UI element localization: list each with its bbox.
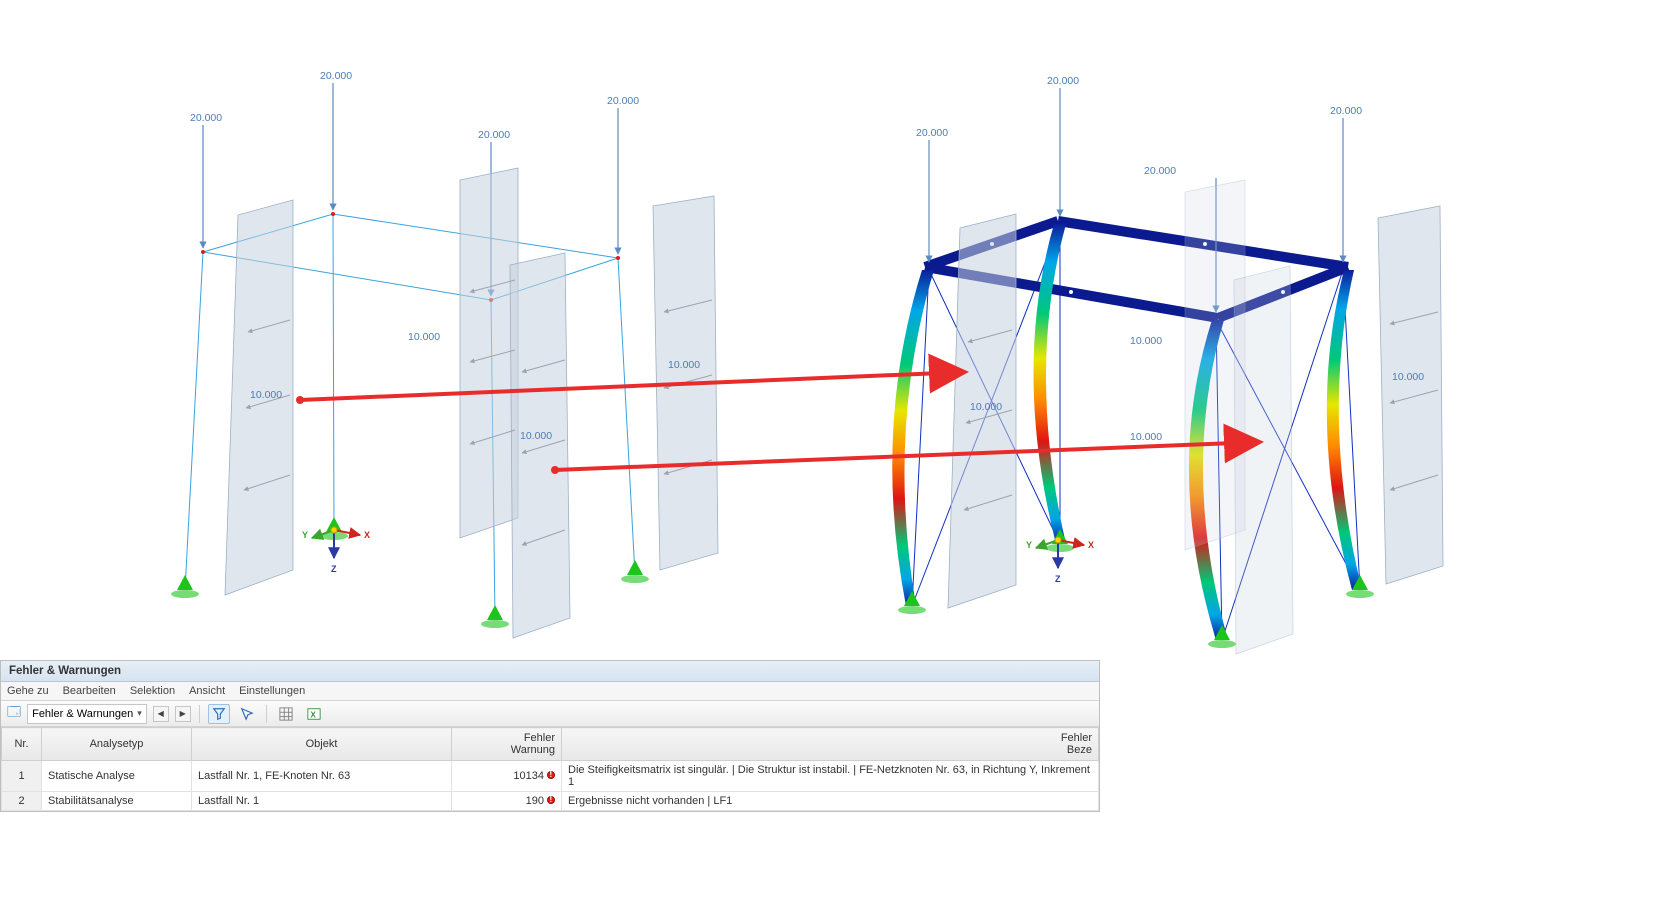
- surface-load-label: 10.000: [1392, 371, 1424, 383]
- load-label: 20.000: [607, 95, 639, 107]
- results-table: Nr. Analysetyp Objekt Fehler Warnung Feh…: [1, 727, 1099, 811]
- load-label: 20.000: [478, 129, 510, 141]
- annotation-arrows: [296, 372, 1260, 474]
- panel-title: Fehler & Warnungen: [1, 661, 1099, 682]
- surface-load-label: 10.000: [1130, 335, 1162, 347]
- load-label: 20.000: [1144, 165, 1176, 177]
- toolbar-divider: [266, 705, 267, 723]
- axis-y-label: Y: [302, 530, 308, 540]
- dropdown-label: Fehler & Warnungen: [32, 708, 133, 720]
- chevron-down-icon: ▾: [137, 708, 142, 719]
- surface-load-label: 10.000: [520, 430, 552, 442]
- surface-load-label: 10.000: [250, 389, 282, 401]
- menu-select[interactable]: Selektion: [130, 685, 175, 697]
- panel-menu: Gehe zu Bearbeiten Selektion Ansicht Ein…: [1, 682, 1099, 701]
- cell-nr: 2: [2, 792, 42, 811]
- col-header-code[interactable]: Fehler Warnung: [452, 728, 562, 761]
- load-label: 20.000: [1330, 105, 1362, 117]
- cell-code: 190: [452, 792, 562, 811]
- cell-obj: Lastfall Nr. 1, FE-Knoten Nr. 63: [192, 761, 452, 792]
- model-viewport[interactable]: 20.000 20.000 20.000 20.000 10.000 10: [0, 0, 1653, 660]
- toolbar-divider: [199, 705, 200, 723]
- axis-x-label: X: [364, 530, 370, 540]
- col-header-nr[interactable]: Nr.: [2, 728, 42, 761]
- load-label: 20.000: [1047, 75, 1079, 87]
- cell-nr: 1: [2, 761, 42, 792]
- filter-icon[interactable]: [208, 704, 230, 724]
- grid-icon[interactable]: [275, 704, 297, 724]
- table-row[interactable]: 1 Statische Analyse Lastfall Nr. 1, FE-K…: [2, 761, 1099, 792]
- surface-load-label: 10.000: [408, 331, 440, 343]
- select-in-view-icon[interactable]: [236, 704, 258, 724]
- axis-z-label: Z: [1055, 574, 1061, 584]
- nav-next-button[interactable]: ▶: [175, 706, 191, 722]
- cell-code: 10134: [452, 761, 562, 792]
- cell-desc: Ergebnisse nicht vorhanden | LF1: [562, 792, 1099, 811]
- error-code: 190: [526, 795, 544, 807]
- axis-y-label: Y: [1026, 540, 1032, 550]
- axis-x-label: X: [1088, 540, 1094, 550]
- axis-z-label: Z: [331, 564, 337, 574]
- menu-settings[interactable]: Einstellungen: [239, 685, 305, 697]
- cell-obj: Lastfall Nr. 1: [192, 792, 452, 811]
- menu-edit[interactable]: Bearbeiten: [63, 685, 116, 697]
- error-code: 10134: [513, 770, 544, 782]
- cell-type: Stabilitätsanalyse: [42, 792, 192, 811]
- menu-view[interactable]: Ansicht: [189, 685, 225, 697]
- cell-type: Statische Analyse: [42, 761, 192, 792]
- export-excel-icon[interactable]: X: [303, 704, 325, 724]
- menu-goto[interactable]: Gehe zu: [7, 685, 49, 697]
- surface-load-label: 10.000: [668, 359, 700, 371]
- cell-desc: Die Steifigkeitsmatrix ist singulär. | D…: [562, 761, 1099, 792]
- left-model: 20.000 20.000 20.000 20.000 10.000 10: [171, 70, 718, 638]
- right-model: 20.000 20.000 20.000 20.000 10.000 10.00…: [892, 75, 1443, 654]
- nav-prev-button[interactable]: ◀: [153, 706, 169, 722]
- surface-load-label: 10.000: [970, 401, 1002, 413]
- panel-toolbar: 🗔 Fehler & Warnungen ▾ ◀ ▶ X: [1, 701, 1099, 727]
- svg-text:X: X: [310, 710, 316, 719]
- col-header-desc[interactable]: Fehler Beze: [562, 728, 1099, 761]
- error-icon: [547, 796, 555, 804]
- errors-warnings-panel: Fehler & Warnungen Gehe zu Bearbeiten Se…: [0, 660, 1100, 812]
- toolbar-app-icon: 🗔: [7, 703, 21, 725]
- category-dropdown[interactable]: Fehler & Warnungen ▾: [27, 704, 147, 724]
- load-label: 20.000: [916, 127, 948, 139]
- col-header-obj[interactable]: Objekt: [192, 728, 452, 761]
- error-icon: [547, 771, 555, 779]
- load-label: 20.000: [320, 70, 352, 82]
- load-label: 20.000: [190, 112, 222, 124]
- surface-load-label: 10.000: [1130, 431, 1162, 443]
- col-header-type[interactable]: Analysetyp: [42, 728, 192, 761]
- table-row[interactable]: 2 Stabilitätsanalyse Lastfall Nr. 1 190 …: [2, 792, 1099, 811]
